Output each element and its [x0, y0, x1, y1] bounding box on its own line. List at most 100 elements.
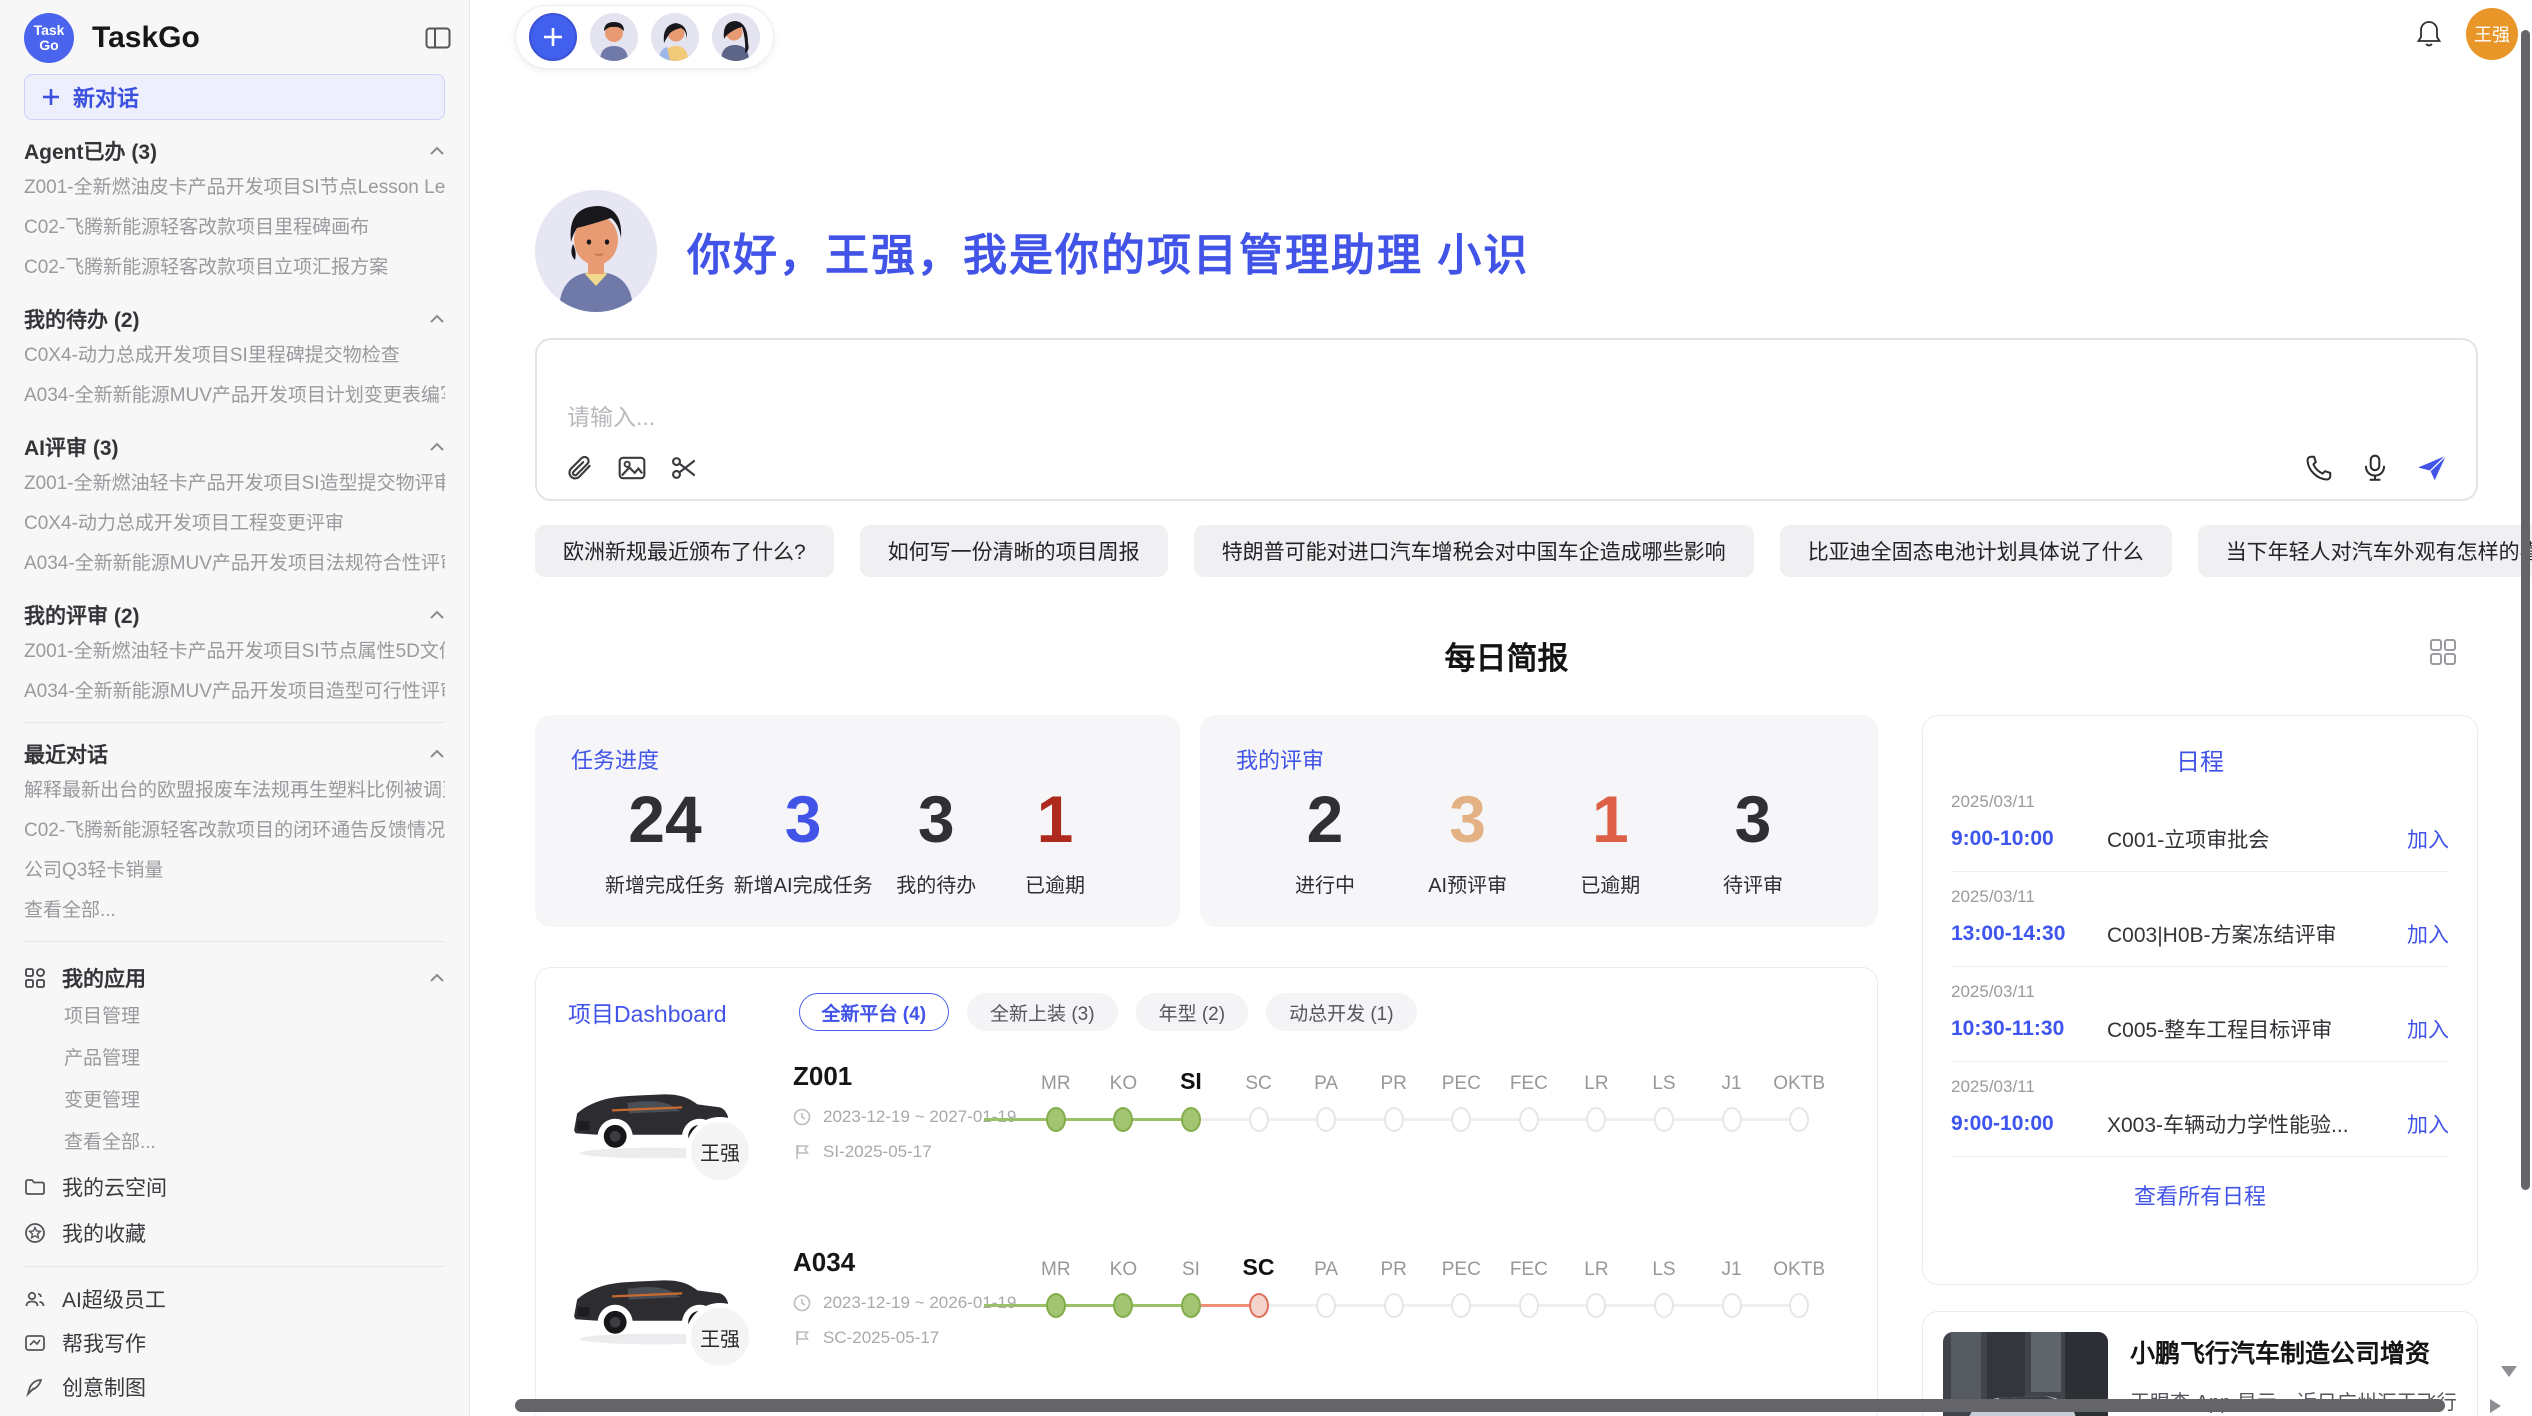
milestone-dot [1519, 1107, 1539, 1132]
sidebar-item-ai-employee[interactable]: AI超级员工 [24, 1277, 445, 1321]
sidebar-item[interactable]: A034-全新新能源MUV产品开发项目计划变更表编写 [24, 376, 445, 416]
schedule-item: 2025/03/11 10:30-11:30 C005-整车工程目标评审 加入 [1951, 967, 2449, 1062]
stat-value: 3 [1449, 781, 1486, 857]
sidebar-item-label: 帮我写作 [62, 1328, 146, 1358]
project-row-z001[interactable]: 王强 Z001 2023-12-19 ~ 2027-01-19 [568, 1061, 1845, 1209]
milestone-dot [1046, 1293, 1066, 1318]
scroll-right-arrow-icon[interactable] [2490, 1399, 2501, 1413]
project-image: 王强 [568, 1255, 743, 1350]
suggestion-chip[interactable]: 如何写一份清晰的项目周报 [860, 525, 1168, 577]
milestone-ls: LS [1630, 1063, 1698, 1133]
chevron-up-icon[interactable] [429, 749, 445, 759]
chevron-up-icon[interactable] [429, 146, 445, 156]
project-name: Z001 [793, 1061, 1022, 1092]
join-link[interactable]: 加入 [2407, 1109, 2449, 1139]
project-owner-badge: 王强 [686, 1117, 754, 1185]
schedule-event-title: C005-整车工程目标评审 [2101, 1014, 2407, 1044]
join-link[interactable]: 加入 [2407, 919, 2449, 949]
sidebar-item[interactable]: C0X4-动力总成开发项目SI里程碑提交物检查 [24, 336, 445, 376]
sidebar-item-project-mgmt[interactable]: 项目管理 [64, 996, 445, 1038]
section-my-review[interactable]: 我的评审 (2) [24, 598, 445, 632]
tab-year-model[interactable]: 年型 (2) [1136, 993, 1249, 1031]
scroll-down-arrow-icon[interactable] [2501, 1366, 2517, 1377]
suggestion-chip[interactable]: 欧洲新规最近颁布了什么? [535, 525, 834, 577]
stats-row: 24 新增完成任务 3 新增AI完成任务 3 我的待办 [571, 781, 1144, 898]
apps-grid-icon [24, 967, 46, 989]
milestone-dot [1789, 1293, 1809, 1318]
recent-chat-item[interactable]: 解释最新出台的欧盟报废车法规再生塑料比例被调至15%... [24, 771, 445, 811]
section-title: AI评审 (3) [24, 432, 119, 462]
chat-input[interactable] [567, 398, 1967, 438]
tab-new-platform[interactable]: 全新平台 (4) [799, 993, 950, 1031]
stat-value: 1 [1592, 781, 1629, 857]
collapse-sidebar-icon[interactable] [425, 26, 451, 50]
sidebar-item-label: AI超级员工 [62, 1284, 166, 1314]
stat-cards-row: 任务进度 24 新增完成任务 3 新增AI完成任务 [535, 715, 1878, 927]
phone-icon[interactable] [2304, 453, 2334, 483]
chevron-up-icon[interactable] [429, 314, 445, 324]
recent-view-all[interactable]: 查看全部... [24, 891, 445, 931]
sidebar-item-favorites[interactable]: 我的收藏 [24, 1210, 445, 1256]
project-dates: 2023-12-19 ~ 2026-01-19 [793, 1293, 1022, 1313]
tab-powertrain[interactable]: 动总开发 (1) [1266, 993, 1417, 1031]
sidebar-item[interactable]: C02-飞腾新能源轻客改款项目立项汇报方案 [24, 248, 445, 288]
stat-value: 2 [1307, 781, 1344, 857]
layout-grid-icon[interactable] [2428, 637, 2458, 667]
section-ai-review[interactable]: AI评审 (3) [24, 430, 445, 464]
chevron-up-icon[interactable] [429, 442, 445, 452]
sidebar-item[interactable]: Z001-全新燃油轻卡产品开发项目SI造型提交物评审 [24, 464, 445, 504]
sidebar-item[interactable]: C02-飞腾新能源轻客改款项目里程碑画布 [24, 208, 445, 248]
milestone-sc: SC [1225, 1249, 1293, 1319]
image-icon[interactable] [617, 453, 647, 483]
milestone-lr: LR [1563, 1063, 1631, 1133]
sidebar-item-help-write[interactable]: 帮我写作 [24, 1321, 445, 1365]
suggestion-chip[interactable]: 比亚迪全固态电池计划具体说了什么 [1780, 525, 2172, 577]
apps-view-all[interactable]: 查看全部... [64, 1122, 445, 1164]
project-row-a034[interactable]: 王强 A034 2023-12-19 ~ 2026-01-19 [568, 1247, 1845, 1395]
section-title: Agent已办 (3) [24, 136, 157, 166]
sidebar: Task Go TaskGo 新对话 Agent已办 (3) Z001-全新燃油… [0, 0, 470, 1416]
suggestion-chip[interactable]: 特朗普可能对进口汽车增税会对中国车企造成哪些影响 [1194, 525, 1754, 577]
milestone-dot [1181, 1107, 1201, 1132]
sidebar-item[interactable]: C0X4-动力总成开发项目工程变更评审 [24, 504, 445, 544]
chevron-up-icon[interactable] [429, 973, 445, 983]
join-link[interactable]: 加入 [2407, 1014, 2449, 1044]
horizontal-scrollbar[interactable] [515, 1399, 2445, 1412]
milestone-ko: KO [1090, 1063, 1158, 1133]
sidebar-item[interactable]: A034-全新新能源MUV产品开发项目法规符合性评审 [24, 544, 445, 584]
folder-icon [24, 1177, 46, 1197]
new-chat-label: 新对话 [73, 81, 139, 113]
suggestion-chip[interactable]: 当下年轻人对汽车外观有怎样的喜好趋势 [2198, 525, 2532, 577]
section-my-todo[interactable]: 我的待办 (2) [24, 302, 445, 336]
milestone-pa: PA [1292, 1063, 1360, 1133]
tab-new-body[interactable]: 全新上装 (3) [967, 993, 1118, 1031]
sidebar-item-change-mgmt[interactable]: 变更管理 [64, 1080, 445, 1122]
sidebar-item[interactable]: A034-全新新能源MUV产品开发项目造型可行性评审 [24, 672, 445, 712]
stat-pending-review: 3 待评审 [1698, 781, 1808, 898]
chevron-up-icon[interactable] [429, 610, 445, 620]
scissors-icon[interactable] [669, 453, 699, 483]
recent-chat-item[interactable]: 公司Q3轻卡销量 [24, 851, 445, 891]
section-agent-done[interactable]: Agent已办 (3) [24, 134, 445, 168]
section-my-apps[interactable]: 我的应用 [24, 960, 445, 996]
sidebar-item-product-mgmt[interactable]: 产品管理 [64, 1038, 445, 1080]
microphone-icon[interactable] [2360, 453, 2390, 483]
milestone-ls: LS [1630, 1249, 1698, 1319]
new-chat-button[interactable]: 新对话 [24, 74, 445, 120]
milestone-dot [1451, 1293, 1471, 1318]
vertical-scrollbar[interactable] [2521, 30, 2530, 1190]
sidebar-item[interactable]: Z001-全新燃油皮卡产品开发项目SI节点Lesson Learn报告 [24, 168, 445, 208]
recent-chat-item[interactable]: C02-飞腾新能源轻客改款项目的闭环通告反馈情况 [24, 811, 445, 851]
sidebar-item-creative-draw[interactable]: 创意制图 [24, 1365, 445, 1409]
sidebar-item-cloud-space[interactable]: 我的云空间 [24, 1164, 445, 1210]
stat-label: 我的待办 [896, 869, 976, 898]
project-flag: SC-2025-05-17 [793, 1328, 1022, 1348]
sidebar-item-label: 创意制图 [62, 1372, 146, 1402]
sidebar-item[interactable]: Z001-全新燃油轻卡产品开发项目SI节点属性5D文件评审 [24, 632, 445, 672]
send-icon[interactable] [2416, 453, 2448, 483]
join-link[interactable]: 加入 [2407, 824, 2449, 854]
section-recent-chats[interactable]: 最近对话 [24, 737, 445, 771]
paperclip-icon[interactable] [565, 453, 595, 483]
view-all-schedules-link[interactable]: 查看所有日程 [1951, 1179, 2449, 1211]
dashboard-header: 项目Dashboard 全新平台 (4) 全新上装 (3) 年型 (2) 动总开… [568, 993, 1845, 1031]
